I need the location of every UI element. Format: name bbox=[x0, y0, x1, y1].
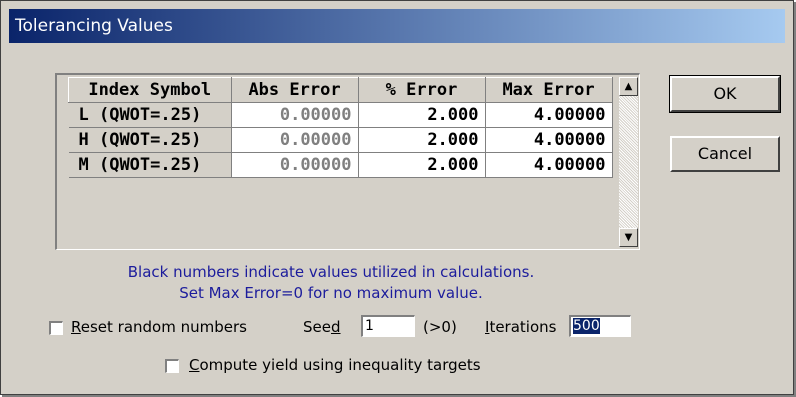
header-max-error[interactable]: Max Error bbox=[484, 77, 613, 103]
row-symbol: L (QWOT=.25) bbox=[68, 102, 232, 128]
seed-label: Seed bbox=[303, 318, 341, 336]
iterations-input[interactable]: 500 bbox=[569, 315, 631, 337]
scroll-up-arrow-icon[interactable]: ▲ bbox=[619, 77, 638, 96]
reset-random-label[interactable]: Reset random numbers bbox=[71, 318, 247, 336]
scroll-track[interactable] bbox=[619, 96, 638, 228]
cell-max-error[interactable]: 4.00000 bbox=[485, 102, 613, 128]
compute-yield-checkbox[interactable] bbox=[165, 359, 179, 373]
vertical-scrollbar[interactable]: ▲ ▼ bbox=[618, 77, 638, 247]
info-text-line1: Black numbers indicate values utilized i… bbox=[127, 263, 535, 281]
title-bar: Tolerancing Values bbox=[9, 9, 785, 43]
cell-pct-error[interactable]: 2.000 bbox=[358, 127, 486, 153]
header-index-symbol[interactable]: Index Symbol bbox=[68, 77, 232, 103]
iterations-value: 500 bbox=[573, 318, 600, 334]
scroll-down-arrow-icon[interactable]: ▼ bbox=[619, 228, 638, 247]
compute-yield-label[interactable]: Compute yield using inequality targets bbox=[189, 356, 481, 374]
table-row: M (QWOT=.25) 0.00000 2.000 4.00000 bbox=[68, 152, 613, 178]
cell-pct-error[interactable]: 2.000 bbox=[358, 102, 486, 128]
info-text-line2: Set Max Error=0 for no maximum value. bbox=[179, 284, 483, 302]
cell-max-error[interactable]: 4.00000 bbox=[485, 127, 613, 153]
row-symbol: M (QWOT=.25) bbox=[68, 152, 232, 178]
dialog-window: Tolerancing Values Index Symbol Abs Erro… bbox=[0, 0, 794, 395]
table-row: L (QWOT=.25) 0.00000 2.000 4.00000 bbox=[68, 102, 613, 128]
cell-abs-error[interactable]: 0.00000 bbox=[231, 102, 359, 128]
reset-random-checkbox[interactable] bbox=[49, 321, 63, 335]
tolerance-grid: Index Symbol Abs Error % Error Max Error… bbox=[68, 77, 613, 178]
ok-button[interactable]: OK bbox=[669, 75, 781, 113]
table-row: H (QWOT=.25) 0.00000 2.000 4.00000 bbox=[68, 127, 613, 153]
table-header-row: Index Symbol Abs Error % Error Max Error bbox=[68, 77, 613, 103]
tolerance-table[interactable]: Index Symbol Abs Error % Error Max Error… bbox=[55, 73, 640, 250]
iterations-label: Iterations bbox=[485, 318, 557, 336]
cell-abs-error[interactable]: 0.00000 bbox=[231, 127, 359, 153]
seed-input[interactable]: 1 bbox=[361, 315, 415, 337]
cell-pct-error[interactable]: 2.000 bbox=[358, 152, 486, 178]
cell-max-error[interactable]: 4.00000 bbox=[485, 152, 613, 178]
cancel-button[interactable]: Cancel bbox=[670, 136, 780, 172]
window-title: Tolerancing Values bbox=[15, 16, 173, 36]
header-abs-error[interactable]: Abs Error bbox=[230, 77, 359, 103]
header-pct-error[interactable]: % Error bbox=[357, 77, 486, 103]
row-symbol: H (QWOT=.25) bbox=[68, 127, 232, 153]
seed-hint: (>0) bbox=[423, 318, 457, 336]
cell-abs-error[interactable]: 0.00000 bbox=[231, 152, 359, 178]
